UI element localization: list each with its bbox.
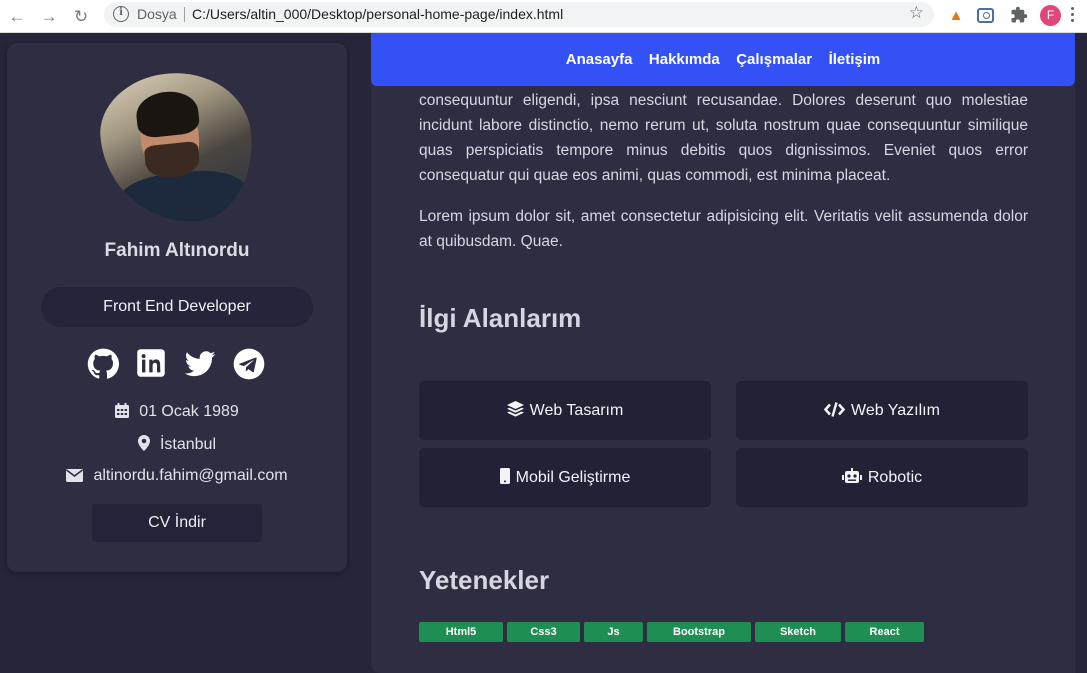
mobile-icon bbox=[499, 468, 510, 484]
back-arrow-icon[interactable]: ← bbox=[6, 6, 28, 28]
profile-photo bbox=[94, 65, 260, 231]
code-icon bbox=[823, 402, 846, 417]
interest-label: Mobil Geliştirme bbox=[515, 469, 631, 486]
calendar-icon bbox=[115, 403, 130, 418]
social-links bbox=[87, 348, 267, 382]
interest-card-robotic: Robotic bbox=[736, 448, 1028, 507]
interest-label: Web Yazılım bbox=[851, 402, 940, 419]
address-separator bbox=[184, 7, 185, 22]
skill-badge: Js bbox=[584, 622, 643, 642]
browser-toolbar: ← → ↻ i Dosya C:/Users/altin_000/Desktop… bbox=[0, 0, 1087, 33]
skill-badge: Html5 bbox=[419, 622, 503, 642]
nav-link-home[interactable]: Anasayfa bbox=[566, 51, 633, 68]
address-url[interactable]: C:/Users/altin_000/Desktop/personal-home… bbox=[192, 6, 563, 22]
profile-name: Fahim Altınordu bbox=[104, 240, 250, 261]
role-badge: Front End Developer bbox=[41, 287, 313, 327]
robot-icon bbox=[841, 468, 862, 483]
nav-link-works[interactable]: Çalışmalar bbox=[736, 51, 812, 68]
map-pin-icon bbox=[137, 435, 150, 451]
metamask-extension-icon[interactable]: ▲ bbox=[946, 6, 966, 26]
birthdate-text: 01 Ocak 1989 bbox=[139, 403, 239, 420]
skill-badge: Bootstrap bbox=[647, 622, 751, 642]
skill-badge: Css3 bbox=[507, 622, 580, 642]
info-icon[interactable]: i bbox=[113, 6, 129, 22]
forward-arrow-icon[interactable]: → bbox=[38, 6, 60, 28]
linkedin-icon[interactable] bbox=[136, 348, 168, 380]
extensions-puzzle-icon[interactable] bbox=[1010, 6, 1030, 26]
interests-title: İlgi Alanlarım bbox=[419, 303, 582, 333]
telegram-icon[interactable] bbox=[233, 348, 265, 380]
nav-link-contact[interactable]: İletişim bbox=[829, 51, 881, 68]
interest-card-web-dev: Web Yazılım bbox=[736, 381, 1028, 440]
profile-avatar[interactable]: F bbox=[1040, 5, 1061, 26]
interest-label: Web Tasarım bbox=[529, 402, 624, 419]
browser-menu-icon[interactable] bbox=[1071, 7, 1075, 25]
email-text[interactable]: altinordu.fahim@gmail.com bbox=[93, 467, 287, 484]
download-cv-button[interactable]: CV İndir bbox=[92, 504, 262, 542]
address-scheme-label: Dosya bbox=[137, 6, 177, 22]
about-paragraph-1: consequuntur eligendi, ipsa nesciunt rec… bbox=[419, 92, 1028, 184]
city-row: İstanbul bbox=[7, 435, 347, 454]
envelope-icon bbox=[66, 469, 84, 482]
about-paragraph-2: Lorem ipsum dolor sit, amet consectetur … bbox=[419, 208, 1028, 250]
interest-label: Robotic bbox=[867, 469, 923, 486]
interest-card-web-design: Web Tasarım bbox=[419, 381, 711, 440]
city-text: İstanbul bbox=[159, 436, 217, 453]
reload-icon[interactable]: ↻ bbox=[70, 6, 92, 28]
skills-title: Yetenekler bbox=[419, 565, 550, 595]
email-row: altinordu.fahim@gmail.com bbox=[7, 467, 347, 485]
github-icon[interactable] bbox=[87, 348, 119, 380]
top-navbar: Anasayfa Hakkımda Çalışmalar İletişim bbox=[371, 33, 1075, 86]
interest-card-mobile: Mobil Geliştirme bbox=[419, 448, 711, 507]
birthdate-row: 01 Ocak 1989 bbox=[7, 403, 347, 421]
twitter-icon[interactable] bbox=[184, 348, 216, 380]
layers-icon bbox=[506, 401, 524, 417]
skill-badge: React bbox=[845, 622, 924, 642]
bookmark-star-icon[interactable]: ☆ bbox=[909, 3, 924, 23]
nav-link-about[interactable]: Hakkımda bbox=[649, 51, 720, 68]
screenshot-extension-icon[interactable] bbox=[977, 8, 994, 23]
profile-card: Fahim Altınordu Front End Developer 01 O… bbox=[7, 43, 347, 572]
skill-badge: Sketch bbox=[755, 622, 841, 642]
address-bar[interactable]: i Dosya C:/Users/altin_000/Desktop/perso… bbox=[104, 2, 934, 27]
